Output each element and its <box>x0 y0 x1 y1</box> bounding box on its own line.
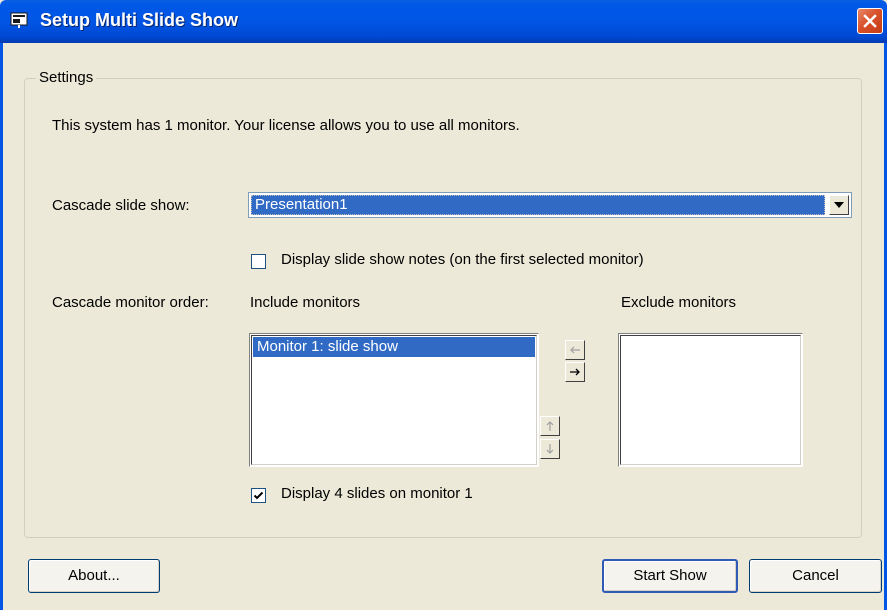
title-bar[interactable]: Setup Multi Slide Show <box>0 0 887 43</box>
checkmark-icon <box>253 491 264 500</box>
exclude-monitors-label: Exclude monitors <box>621 294 737 311</box>
cancel-button[interactable]: Cancel <box>749 559 882 593</box>
settings-group-label: Settings <box>36 69 97 86</box>
monitor-order-label: Cascade monitor order: <box>52 294 209 311</box>
chevron-down-icon <box>834 202 844 208</box>
move-down-button[interactable] <box>540 439 560 459</box>
slideshow-icon[interactable] <box>10 12 28 28</box>
license-info-text: This system has 1 monitor. Your license … <box>52 117 520 134</box>
slides-checkbox[interactable] <box>251 488 266 503</box>
include-monitors-list[interactable]: Monitor 1: slide show <box>249 333 539 467</box>
cascade-show-label: Cascade slide show: <box>52 197 190 214</box>
dropdown-button[interactable] <box>829 195 849 215</box>
window-border-left <box>0 43 3 610</box>
notes-checkbox-label[interactable]: Display slide show notes (on the first s… <box>281 251 644 268</box>
arrow-down-icon <box>546 444 554 454</box>
about-button[interactable]: About... <box>28 559 160 593</box>
exclude-monitors-list[interactable] <box>618 333 803 467</box>
start-show-button[interactable]: Start Show <box>602 559 738 593</box>
move-right-button[interactable] <box>565 362 585 382</box>
arrow-up-icon <box>546 421 554 431</box>
close-icon <box>863 14 877 28</box>
close-button[interactable] <box>857 8 883 34</box>
include-monitors-label: Include monitors <box>250 294 361 311</box>
slides-checkbox-label[interactable]: Display 4 slides on monitor 1 <box>281 485 473 502</box>
notes-checkbox[interactable] <box>251 254 266 269</box>
exclude-list-frame <box>620 335 801 465</box>
window-title: Setup Multi Slide Show <box>40 10 238 30</box>
move-left-button[interactable] <box>565 340 585 360</box>
cascade-show-value: Presentation1 <box>251 195 825 215</box>
list-item[interactable]: Monitor 1: slide show <box>253 337 535 357</box>
arrow-left-icon <box>570 346 580 354</box>
move-up-button[interactable] <box>540 416 560 436</box>
arrow-right-icon <box>570 368 580 376</box>
cascade-show-select[interactable]: Presentation1 <box>248 192 852 218</box>
